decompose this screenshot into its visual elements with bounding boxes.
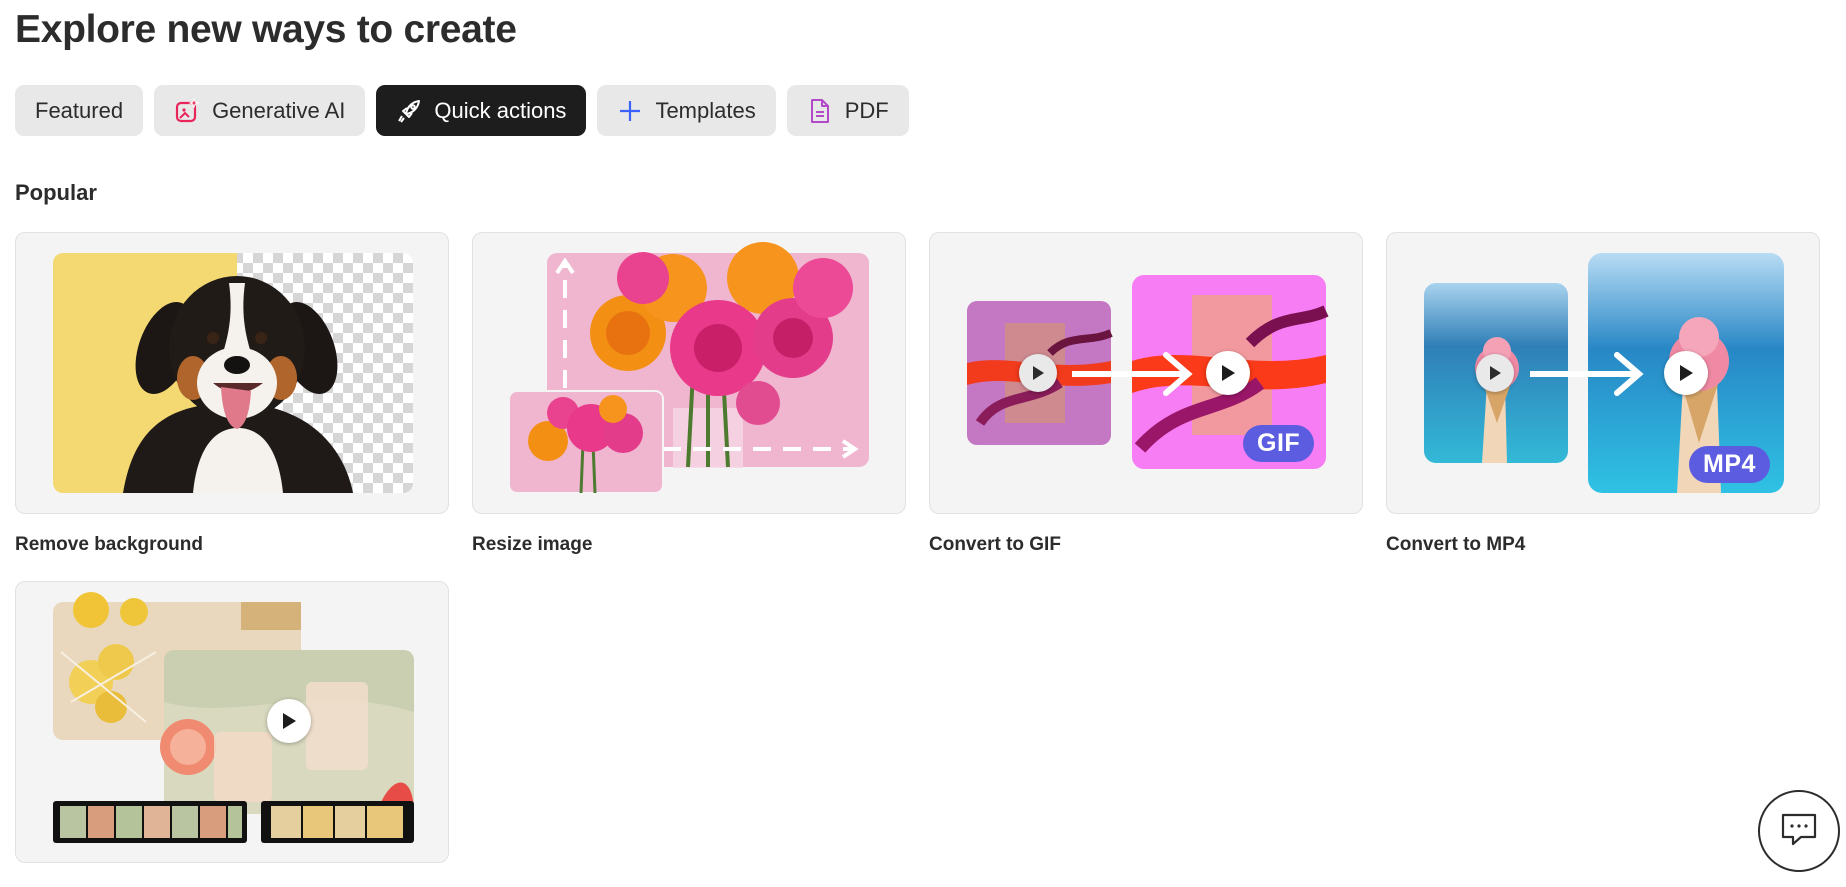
tab-quick-actions[interactable]: Quick actions <box>376 85 587 136</box>
chat-icon <box>1779 811 1819 852</box>
mp4-badge: MP4 <box>1689 446 1770 483</box>
remove-background-card[interactable] <box>15 232 449 514</box>
resize-image-card[interactable] <box>472 232 906 514</box>
play-icon <box>1019 354 1057 392</box>
gif-badge: GIF <box>1243 425 1315 462</box>
tab-label: PDF <box>844 97 889 123</box>
play-icon <box>1664 351 1708 395</box>
document-icon <box>807 98 833 124</box>
convert-to-gif-card[interactable]: GIF <box>929 232 1363 514</box>
tab-pdf[interactable]: PDF <box>786 85 909 136</box>
section-title: Popular <box>15 180 97 205</box>
tab-featured[interactable]: Featured <box>15 85 144 136</box>
play-icon <box>267 699 311 743</box>
tab-label: Generative AI <box>212 97 346 123</box>
card-label-resize-image: Resize image <box>472 534 593 555</box>
card-label-convert-to-gif: Convert to GIF <box>929 534 1061 555</box>
rocket-icon <box>396 98 422 124</box>
card-label-remove-background: Remove background <box>15 534 203 555</box>
convert-to-mp4-thumbnail: MP4 <box>1387 233 1819 513</box>
play-icon <box>1206 351 1250 395</box>
convert-to-gif-thumbnail: GIF <box>930 233 1362 513</box>
tab-templates[interactable]: Templates <box>597 85 776 136</box>
remove-background-thumbnail <box>53 253 413 493</box>
merge-videos-thumbnail <box>16 582 448 862</box>
tab-label: Quick actions <box>434 97 567 123</box>
category-tabs: Featured Generative AI Quick actions Tem… <box>15 85 909 136</box>
merge-videos-card[interactable] <box>15 581 449 863</box>
tab-generative-ai[interactable]: Generative AI <box>154 85 366 136</box>
plus-icon <box>617 98 643 124</box>
tab-label: Featured <box>35 97 124 123</box>
page-title: Explore new ways to create <box>15 8 517 51</box>
sparkle-image-icon <box>174 97 200 124</box>
play-icon <box>1476 354 1514 392</box>
chat-button[interactable] <box>1758 790 1840 872</box>
resize-image-thumbnail <box>473 233 905 513</box>
card-label-convert-to-mp4: Convert to MP4 <box>1386 534 1526 555</box>
tab-label: Templates <box>655 97 756 123</box>
convert-to-mp4-card[interactable]: MP4 <box>1386 232 1820 514</box>
